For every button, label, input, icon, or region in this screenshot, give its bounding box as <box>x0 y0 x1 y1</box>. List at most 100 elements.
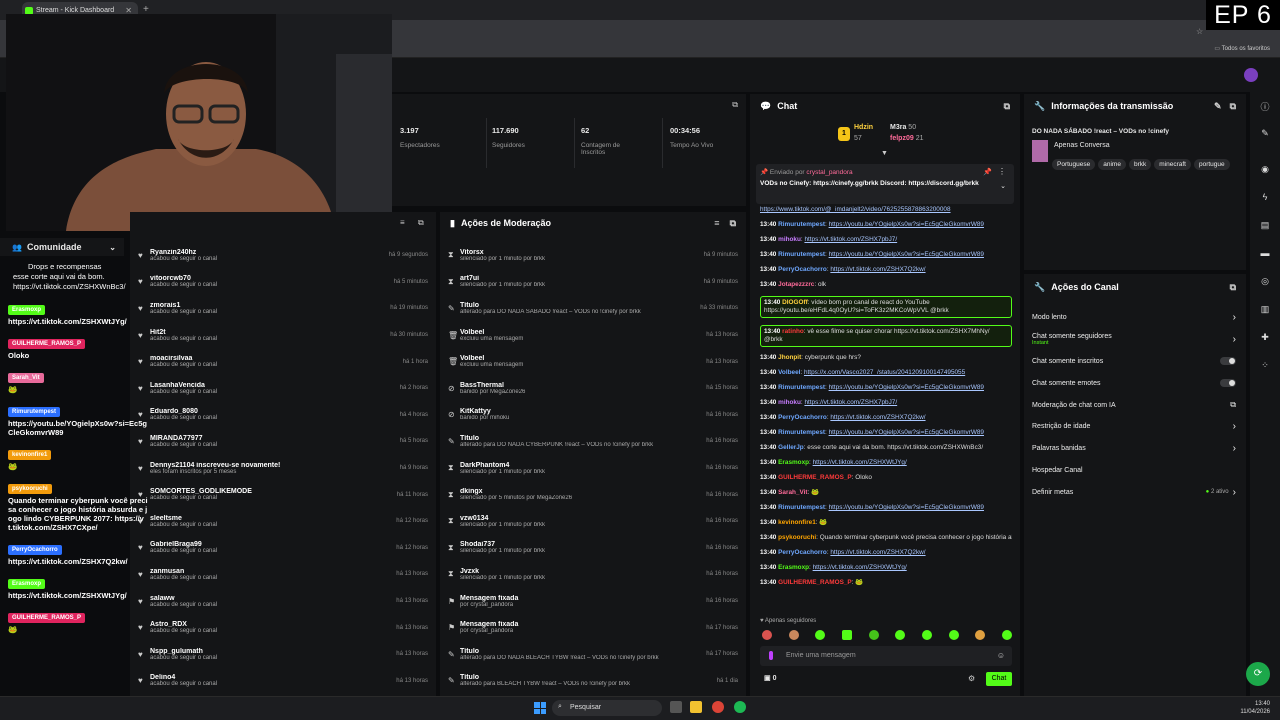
chat-message-text[interactable]: https://youtu.be/YOgielpXs0w?si=Ec5gCleG… <box>829 384 984 391</box>
community-item[interactable]: ♥ Dennys21104 inscreveu-se novamente! eles… <box>130 455 436 482</box>
community-item[interactable]: ♥ salaww acabou de seguir o canal há 13 hor… <box>130 588 436 615</box>
document-icon[interactable]: ▤ <box>1259 220 1271 232</box>
system-clock[interactable]: 13:40 11/04/2026 <box>1240 700 1270 716</box>
chat-message-text[interactable]: https://vt.tiktok.com/ZSHX7pbJ7/ <box>804 399 897 406</box>
emote-bar[interactable] <box>762 630 1012 642</box>
channel-action-row[interactable]: Restrição de idade › <box>1032 416 1236 438</box>
popout-icon[interactable]: ⧉ <box>1230 101 1236 112</box>
chevron-right-icon[interactable]: › <box>1233 312 1236 323</box>
tool-icon[interactable]: ✚ <box>1259 332 1271 344</box>
community-item[interactable]: ♥ moacirsilvaa acabou de seguir o canal há … <box>130 348 436 375</box>
chat-message-text[interactable]: https://youtu.be/YOgielpXs0w?si=Ec5gCleG… <box>829 251 984 258</box>
filter-icon[interactable]: ≡ <box>714 218 719 228</box>
chat-message[interactable]: 13:40 Rimurutempest: https://youtu.be/YO… <box>760 504 1012 512</box>
spotify-icon[interactable] <box>734 701 746 713</box>
chat-message[interactable]: 13:40 Rimurutempest: https://youtu.be/YO… <box>760 384 1012 392</box>
chevron-down-icon[interactable]: ▼ <box>881 150 888 157</box>
stream-tag[interactable]: minecraft <box>1154 159 1191 170</box>
chat-message[interactable]: 13:40 Rimurutempest: https://youtu.be/YO… <box>760 221 1012 229</box>
chat-message[interactable]: 13:40 GUILHERME_RAMOS_P: 🐸 <box>760 579 1012 587</box>
chat-message[interactable]: 13:40 PerryOcachorro: https://vt.tiktok.… <box>760 549 1012 557</box>
chat-message-user[interactable]: mihoku <box>778 399 801 406</box>
chat-message-user[interactable]: Erasmoxp <box>778 459 809 466</box>
moderation-item[interactable]: 🗑 Volbeel excluiu uma mensagem há 13 horas <box>440 322 746 349</box>
chat-message-text[interactable]: https://www.tiktok.com/@_imdanjelt2/vide… <box>760 206 951 213</box>
chat-message-user[interactable]: PerryOcachorro <box>778 549 827 556</box>
lightning-icon[interactable]: ϟ <box>1259 192 1271 204</box>
moderation-item[interactable]: ✎ Título alterado para DO NADA BLEACH TYBW… <box>440 641 746 668</box>
moderation-item[interactable]: ⧗ vzw0134 silenciado por 1 minuto por brkk… <box>440 508 746 535</box>
channel-action-row[interactable]: Moderação de chat com IA ⧉ <box>1032 394 1236 416</box>
community-item[interactable]: ♥ Nspp_gulumath acabou de seguir o canal há… <box>130 641 436 668</box>
community-item[interactable]: ♥ vitoorcwb70 acabou de seguir o canal há 5… <box>130 269 436 296</box>
chat-message-user[interactable]: mihoku <box>778 236 801 243</box>
chat-message-text[interactable]: https://vt.tiktok.com/ZSHX7Q2kw/ <box>830 266 925 273</box>
chevron-right-icon[interactable]: › <box>1233 421 1236 432</box>
chat-message[interactable]: 13:40 Rimurutempest: https://youtu.be/YO… <box>760 429 1012 437</box>
chevron-right-icon[interactable]: › <box>1233 443 1236 454</box>
community-item[interactable]: ♥ Hit2t acabou de seguir o canal há 30 minu… <box>130 322 436 349</box>
chat-message-user[interactable]: Jhonpit <box>778 354 801 361</box>
apps-icon[interactable]: ⁘ <box>1259 360 1271 372</box>
chat-message[interactable]: https://www.tiktok.com/@_imdanjelt2/vide… <box>760 206 1012 214</box>
file-explorer-icon[interactable] <box>690 701 702 713</box>
broadcast-icon[interactable]: ◎ <box>1259 276 1271 288</box>
chrome-icon[interactable] <box>712 701 724 713</box>
moderation-item[interactable]: ✎ Título alterado para DO NADA SÁBADO !rea… <box>440 295 746 322</box>
moderation-item[interactable]: ⊘ KitKattyy banido por mihoku há 16 horas <box>440 402 746 429</box>
green-fab-button[interactable]: ⟳ <box>1246 662 1270 686</box>
chat-message-text[interactable]: https://x.com/Vasco2027_/status/20412091… <box>804 369 965 376</box>
camera-icon[interactable]: ◉ <box>1259 164 1271 176</box>
chat-message-user[interactable]: PerryOcachorro <box>778 266 827 273</box>
popout-icon[interactable]: ⧉ <box>418 218 424 228</box>
chat-message-user[interactable]: Rimurutempest <box>778 221 825 228</box>
chat-message[interactable]: 13:40 Sarah_Vit: 🐸 <box>760 489 1012 497</box>
chat-message-text[interactable]: https://vt.tiktok.com/ZSHXWtJYg/ <box>813 459 907 466</box>
chat-message-user[interactable]: GUILHERME_RAMOS_P <box>778 579 852 586</box>
chat-message-user[interactable]: Volbeel <box>778 369 800 376</box>
settings-gear-icon[interactable]: ⚙ <box>968 674 975 683</box>
chat-message-user[interactable]: Erasmoxp <box>778 564 809 571</box>
community-item[interactable]: ♥ Astro_RDX acabou de seguir o canal há 13 … <box>130 614 436 641</box>
chat-message-text[interactable]: https://youtu.be/YOgielpXs0w?si=Ec5gCleG… <box>829 221 984 228</box>
edit-icon[interactable]: ✎ <box>1214 101 1222 112</box>
chat-message[interactable]: 13:40 Volbeel: https://x.com/Vasco2027_/… <box>760 369 1012 377</box>
chat-message-user[interactable]: Sarah_Vit <box>778 489 807 496</box>
chat-message-user[interactable]: GellerJp <box>778 444 804 451</box>
stream-tag[interactable]: brkk <box>1128 159 1152 170</box>
community-item[interactable]: ♥ Delino4 acabou de seguir o canal há 13 ho… <box>130 668 436 695</box>
chat-input[interactable]: Envie uma mensagem ☺ <box>760 646 1012 666</box>
chat-message-text[interactable]: https://youtu.be/YOgielpXs0w?si=Ec5gCleG… <box>829 504 984 511</box>
chat-message[interactable]: 13:40 Rimurutempest: https://youtu.be/YO… <box>760 251 1012 259</box>
channel-action-row[interactable]: Palavras banidas › <box>1032 438 1236 460</box>
chat-message-text[interactable]: https://vt.tiktok.com/ZSHX7pbJ7/ <box>804 236 897 243</box>
community-item[interactable]: ♥ MIRANDA77977 acabou de seguir o canal há … <box>130 428 436 455</box>
chat-message-user[interactable]: Jotapezzzrc <box>778 281 814 288</box>
chat-message[interactable]: 13:40 GellerJp: esse corte aqui vai da b… <box>760 444 1012 452</box>
chat-message-text[interactable]: https://youtu.be/YOgielpXs0w?si=Ec5gCleG… <box>829 429 984 436</box>
moderation-item[interactable]: ⊘ BassThermal banido por MegaZone26 há 15 h… <box>440 375 746 402</box>
community-item[interactable]: ♥ zmorais1 acabou de seguir o canal há 19 m… <box>130 295 436 322</box>
community-item[interactable]: ♥ Ryanzin240hz acabou de seguir o canal há … <box>130 242 436 269</box>
chat-message-user[interactable]: Rimurutempest <box>778 429 825 436</box>
moderation-item[interactable]: ⚑ Mensagem fixada por crystal_pandora há 16… <box>440 588 746 615</box>
chat-message-text[interactable]: https://vt.tiktok.com/ZSHX7Q2kw/ <box>830 414 925 421</box>
task-view-icon[interactable] <box>670 701 682 713</box>
pencil-icon[interactable]: ✎ <box>1259 128 1271 140</box>
chat-message-user[interactable]: Rimurutempest <box>778 504 825 511</box>
bookmark-star-icon[interactable]: ☆ <box>1196 27 1203 36</box>
channel-action-row[interactable]: Modo lento › <box>1032 307 1236 329</box>
chat-message[interactable]: 13:40 Jotapezzzrc: olk <box>760 281 1012 289</box>
stream-tag[interactable]: Portuguese <box>1052 159 1096 170</box>
community-item[interactable]: ♥ sleeltsme acabou de seguir o canal há 12 … <box>130 508 436 535</box>
chat-message-user[interactable]: kevinonfire1 <box>778 519 816 526</box>
popout-icon[interactable]: ⧉ <box>730 218 736 229</box>
popout-icon[interactable]: ⧉ <box>1230 282 1236 293</box>
chat-message[interactable]: 13:40 mihoku: https://vt.tiktok.com/ZSHX… <box>760 236 1012 244</box>
chat-message[interactable]: 13:40 Erasmoxp: https://vt.tiktok.com/ZS… <box>760 459 1012 467</box>
chat-message-user[interactable]: Rimurutempest <box>778 251 825 258</box>
channel-action-row[interactable]: Hospedar Canal <box>1032 460 1236 482</box>
windows-start-icon[interactable] <box>534 702 546 714</box>
gift-counter[interactable]: ▣ 0 <box>764 674 776 682</box>
pinned-message[interactable]: 📌 Enviado por crystal_pandora VODs no Ci… <box>756 164 1014 204</box>
